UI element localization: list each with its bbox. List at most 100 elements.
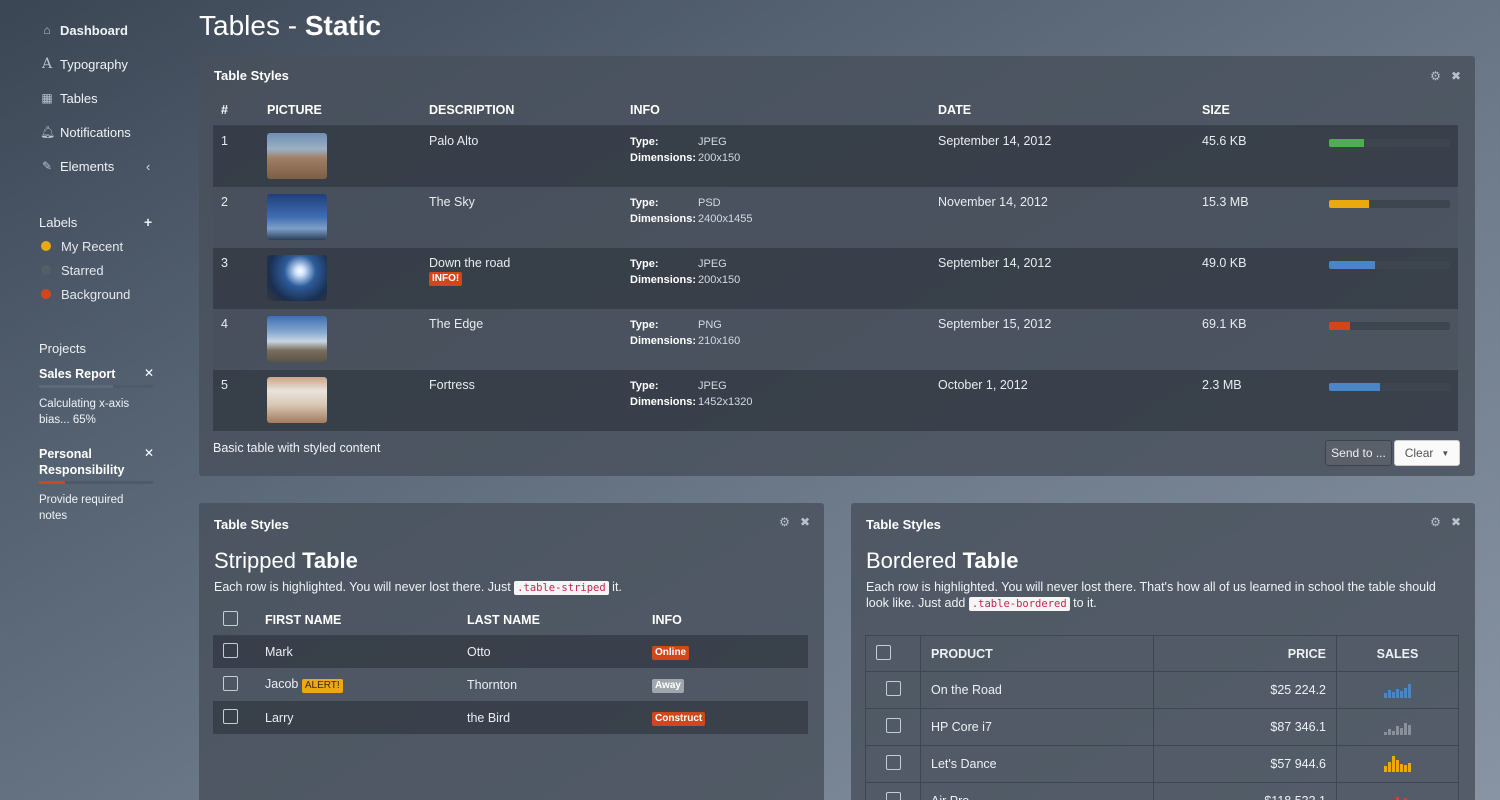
sparkline-bar	[1396, 689, 1399, 698]
table-row: Mark Otto Online	[213, 635, 808, 668]
close-icon[interactable]: ✖	[1451, 69, 1461, 83]
size-progress-fill	[1329, 321, 1350, 330]
sparkline-bar	[1408, 725, 1411, 735]
select-all-checkbox[interactable]	[876, 644, 891, 660]
dims-label: Dimensions:	[630, 273, 697, 286]
nav-item-dashboard[interactable]: ⌂ Dashboard	[0, 13, 170, 47]
product-cell: Let's Dance	[920, 745, 1154, 783]
desc-text: Each row is highlighted. You will never …	[866, 580, 1436, 610]
info-dimensions: Dimensions: 200x150	[630, 272, 922, 288]
projects-heading: Projects	[0, 336, 170, 360]
nav-item-typography[interactable]: A Typography	[0, 47, 170, 81]
sidebar: ⌂ Dashboard A Typography ▦ Tables 🔔︎ Not…	[0, 0, 170, 800]
picture-cell	[259, 125, 421, 187]
sparkline-bar	[1388, 729, 1391, 735]
label-item-my-recent[interactable]: My Recent	[0, 234, 170, 258]
sparkline-bar	[1400, 728, 1403, 735]
nav-item-notifications[interactable]: 🔔︎ Notifications	[0, 115, 170, 149]
price-cell: $87 346.1	[1153, 708, 1337, 746]
row-checkbox[interactable]	[885, 755, 901, 770]
date-cell: September 14, 2012	[930, 247, 1194, 309]
bordered-table: PRODUCT PRICE SALES On the Road $25 224.2…	[865, 635, 1459, 800]
description-text: The Sky	[429, 194, 475, 209]
sparkline-bar	[1404, 723, 1407, 735]
nav-item-elements[interactable]: ✎ Elements ‹	[0, 149, 170, 183]
thumbnail-image[interactable]	[267, 376, 327, 423]
description-text: Fortress	[429, 377, 475, 392]
send-to-button[interactable]: Send to ...	[1325, 440, 1392, 466]
info-cell: Online	[642, 635, 808, 668]
info-cell: Away	[642, 668, 808, 701]
table-footnote: Basic table with styled content	[213, 441, 381, 455]
select-all-checkbox[interactable]	[223, 610, 238, 626]
nav-item-tables[interactable]: ▦ Tables	[0, 81, 170, 115]
sparkline-bar	[1384, 766, 1387, 772]
dims-value: 1452x1320	[698, 395, 753, 408]
col-header: FIRST NAME	[255, 605, 457, 636]
last-name-cell: the Bird	[457, 701, 642, 734]
gear-icon[interactable]: ⚙	[779, 515, 790, 529]
type-label: Type:	[630, 379, 659, 392]
last-name-cell: Thornton	[457, 668, 642, 701]
sales-sparkline	[1347, 756, 1448, 772]
striped-description: Each row is highlighted. You will never …	[214, 579, 622, 596]
label-item-background[interactable]: Background	[0, 282, 170, 306]
info-dimensions: Dimensions: 210x160	[630, 333, 922, 349]
project-progress-fill	[39, 481, 66, 484]
chevron-left-icon[interactable]: ‹	[146, 159, 150, 174]
sales-sparkline	[1347, 793, 1448, 800]
close-icon[interactable]: ✖	[1451, 515, 1461, 529]
table-header-row: # PICTURE DESCRIPTION INFO DATE SIZE	[213, 95, 1458, 126]
project-sales-report[interactable]: Sales Report ✕ Calculating x-axis bias..…	[0, 366, 160, 428]
close-icon[interactable]: ✕	[144, 446, 154, 460]
info-cell: Type: JPEG Dimensions: 1452x1320	[622, 369, 930, 431]
label-text: My Recent	[61, 238, 124, 254]
progress-cell	[1321, 186, 1458, 248]
col-header: LAST NAME	[457, 605, 642, 636]
title-light: Stripped	[214, 548, 303, 573]
info-type: Type: JPEG	[630, 378, 922, 394]
col-header: INFO	[622, 95, 930, 126]
clear-dropdown-button[interactable]: Clear ▼	[1394, 440, 1460, 466]
info-cell: Type: PSD Dimensions: 2400x1455	[622, 186, 930, 248]
checkbox-cell	[213, 701, 255, 734]
size-progress-bar	[1329, 138, 1450, 147]
thumbnail-image[interactable]	[267, 132, 327, 179]
gear-icon[interactable]: ⚙	[1430, 515, 1441, 529]
thumbnail-image[interactable]	[267, 315, 327, 362]
project-note: Calculating x-axis bias... 65%	[39, 398, 130, 426]
sparkline-bar	[1404, 765, 1407, 772]
description-text: The Edge	[429, 316, 484, 331]
thumbnail-image[interactable]	[267, 193, 327, 240]
row-checkbox[interactable]	[223, 642, 238, 658]
first-name-cell: Jacob ALERT!	[255, 668, 457, 701]
sparkline-bar	[1392, 692, 1395, 698]
row-checkbox[interactable]	[885, 681, 901, 696]
label-item-starred[interactable]: Starred	[0, 258, 170, 282]
project-note: Provide required notes	[39, 494, 124, 522]
type-label: Type:	[630, 318, 659, 331]
table-header-row: FIRST NAME LAST NAME INFO	[213, 605, 808, 636]
row-checkbox[interactable]	[223, 675, 238, 691]
close-icon[interactable]: ✕	[144, 366, 154, 380]
add-label-icon[interactable]: +	[144, 214, 152, 230]
col-header: DATE	[930, 95, 1194, 126]
close-icon[interactable]: ✖	[800, 515, 810, 529]
bordered-title: Bordered Table	[866, 548, 1018, 574]
home-icon: ⌂	[43, 23, 51, 37]
size-cell: 69.1 KB	[1194, 308, 1321, 370]
dims-value: 210x160	[698, 334, 741, 347]
description-cell: Down the road INFO!	[421, 247, 622, 309]
panel-tools: ⚙ ✖	[779, 515, 810, 529]
row-checkbox[interactable]	[223, 708, 238, 724]
sparkline-bar	[1396, 726, 1399, 735]
sales-cell	[1336, 745, 1459, 783]
thumbnail-image[interactable]	[267, 254, 327, 301]
type-value: PNG	[698, 318, 722, 331]
row-checkbox[interactable]	[885, 718, 901, 733]
row-checkbox[interactable]	[885, 792, 901, 800]
info-dimensions: Dimensions: 1452x1320	[630, 394, 922, 410]
project-personal-responsibility[interactable]: Personal Responsibility ✕ Provide requir…	[0, 446, 160, 524]
description-cell: Fortress	[421, 369, 622, 431]
gear-icon[interactable]: ⚙	[1430, 69, 1441, 83]
